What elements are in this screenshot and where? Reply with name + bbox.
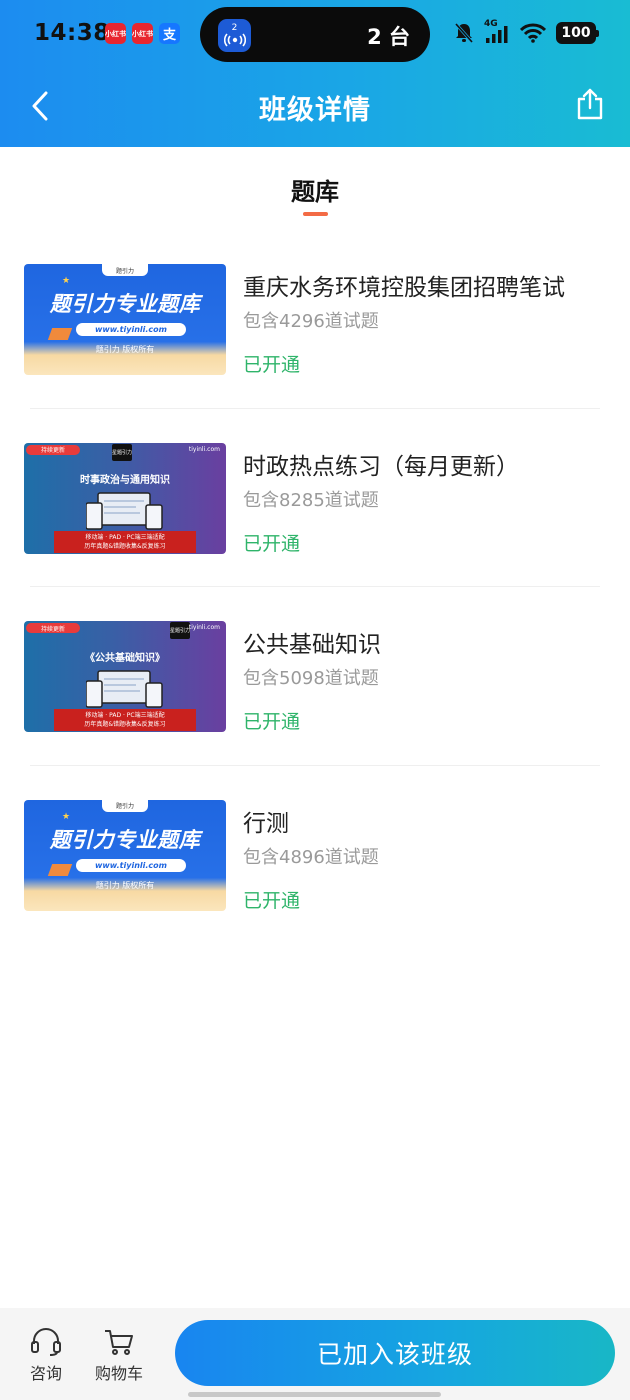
island-device-count: 2 台 — [367, 25, 410, 49]
thumbnail-footer: 移动端 · PAD · PC端三端适配 历年真题&错题收集&反复练习 — [54, 530, 196, 553]
devices-icon — [86, 491, 163, 530]
nav-bar: 班级详情 — [0, 68, 630, 147]
list-item[interactable]: ★ 题引力 题引力专业题库 www.tiyinli.com 题引力 版权所有 行… — [0, 766, 630, 945]
bank-status: 已开通 — [243, 354, 301, 376]
book-icon — [47, 328, 73, 340]
thumbnail-footer-line: 历年真题&错题收集&反复练习 — [84, 721, 166, 728]
bank-title: 重庆水务环境控股集团招聘笔试 — [243, 275, 565, 301]
thumbnail-logo: 星题引力 — [170, 622, 190, 639]
thumbnail-url: www.tiyinli.com — [76, 858, 186, 872]
bank-title: 行测 — [243, 810, 289, 837]
status-indicators: 4G 100 — [454, 19, 599, 44]
thumbnail-headline: 题引力专业题库 — [49, 827, 201, 852]
xiaohongshu-app-icon: 小红书 — [105, 23, 126, 44]
thumbnail-logo: 星题引力 — [112, 443, 132, 461]
wifi-icon — [520, 23, 546, 43]
cart-button[interactable]: 购物车 — [92, 1328, 146, 1384]
island-badge: 2 — [231, 23, 238, 33]
list-item[interactable]: ★ 题引力 题引力专业题库 www.tiyinli.com 题引力 版权所有 重… — [0, 230, 630, 409]
thumbnail-copyright: 题引力 版权所有 — [95, 880, 155, 890]
joined-class-button[interactable]: 已加入该班级 — [175, 1320, 615, 1386]
consult-label: 咨询 — [29, 1364, 62, 1383]
bank-question-count: 包含5098道试题 — [243, 668, 379, 689]
thumbnail-site: tiyinli.com — [188, 445, 220, 453]
battery-icon: 100 — [556, 22, 599, 44]
bank-thumbnail: 持续更新 星题引力 tiyinli.com 时事政治与通用知识 移动端 · PA… — [24, 442, 226, 554]
bank-thumbnail: ★ 题引力 题引力专业题库 www.tiyinli.com 题引力 版权所有 — [24, 264, 226, 375]
thumbnail-brand: 题引力 — [102, 264, 148, 276]
thumbnail-footer: 移动端 · PAD · PC端三端适配 历年真题&错题收集&反复练习 — [54, 709, 196, 731]
bank-thumbnail: ★ 题引力 题引力专业题库 www.tiyinli.com 题引力 版权所有 — [24, 799, 226, 911]
thumbnail-headline: 时事政治与通用知识 — [80, 474, 170, 486]
home-indicator[interactable] — [188, 1392, 441, 1397]
star-icon: ★ — [62, 811, 71, 822]
alipay-app-icon: 支 — [159, 23, 180, 44]
cart-icon — [105, 1330, 133, 1355]
thumbnail-site: tiyinli.com — [188, 624, 220, 631]
bank-question-count: 包含4896道试题 — [243, 846, 379, 868]
bank-title: 时政热点练习（每月更新） — [243, 453, 519, 480]
bank-title: 公共基础知识 — [243, 632, 381, 658]
bank-thumbnail: 持续更新 星题引力 tiyinli.com 《公共基础知识》 移动端 · PAD… — [24, 621, 226, 732]
book-icon — [47, 863, 73, 876]
thumbnail-url: www.tiyinli.com — [76, 323, 186, 336]
bank-status: 已开通 — [243, 711, 301, 733]
bell-muted-icon — [454, 23, 474, 43]
network-type: 4G — [484, 19, 498, 29]
thumbnail-ribbon: 持续更新 — [26, 444, 80, 455]
share-icon — [577, 88, 603, 120]
battery-level: 100 — [561, 25, 591, 41]
bank-status: 已开通 — [243, 532, 301, 555]
status-bar: 14:38 小红书 小红书 支 2 2 台 4G 100 — [0, 0, 630, 68]
thumbnail-ribbon: 持续更新 — [26, 623, 80, 633]
list-item[interactable]: 持续更新 星题引力 tiyinli.com 时事政治与通用知识 移动端 · PA… — [0, 409, 630, 587]
thumbnail-footer-line: 移动端 · PAD · PC端三端适配 — [85, 712, 165, 719]
section-title-underline — [303, 212, 328, 216]
section-title: 题库 — [291, 178, 339, 206]
dynamic-island[interactable]: 2 2 台 — [200, 7, 430, 62]
page-title: 班级详情 — [259, 95, 371, 126]
broadcast-icon: 2 — [218, 19, 251, 52]
bottom-action-bar: 咨询 购物车 已加入该班级 — [0, 1308, 630, 1400]
star-icon: ★ — [62, 276, 71, 286]
bank-question-count: 包含8285道试题 — [243, 489, 379, 511]
status-time: 14:38 — [34, 20, 110, 46]
xiaohongshu-app-icon: 小红书 — [132, 23, 153, 44]
bank-question-count: 包含4296道试题 — [243, 311, 379, 332]
thumbnail-copyright: 题引力 版权所有 — [95, 345, 155, 354]
thumbnail-headline: 题引力专业题库 — [49, 292, 201, 316]
thumbnail-footer-line: 移动端 · PAD · PC端三端适配 — [85, 533, 165, 541]
thumbnail-brand: 题引力 — [102, 799, 148, 812]
cart-label: 购物车 — [94, 1364, 143, 1383]
thumbnail-footer-line: 历年真题&错题收集&反复练习 — [84, 542, 166, 550]
headset-icon — [31, 1328, 61, 1356]
list-item[interactable]: 持续更新 星题引力 tiyinli.com 《公共基础知识》 移动端 · PAD… — [0, 587, 630, 766]
consult-button[interactable]: 咨询 — [26, 1328, 66, 1384]
thumbnail-headline: 《公共基础知识》 — [85, 653, 165, 664]
bank-status: 已开通 — [243, 889, 301, 912]
share-button[interactable] — [570, 84, 610, 124]
question-bank-list: ★ 题引力 题引力专业题库 www.tiyinli.com 题引力 版权所有 重… — [0, 230, 630, 944]
cellular-signal-icon: 4G — [484, 19, 510, 44]
header: 14:38 小红书 小红书 支 2 2 台 4G 100 班级详情 — [0, 0, 630, 147]
devices-icon — [86, 670, 163, 708]
